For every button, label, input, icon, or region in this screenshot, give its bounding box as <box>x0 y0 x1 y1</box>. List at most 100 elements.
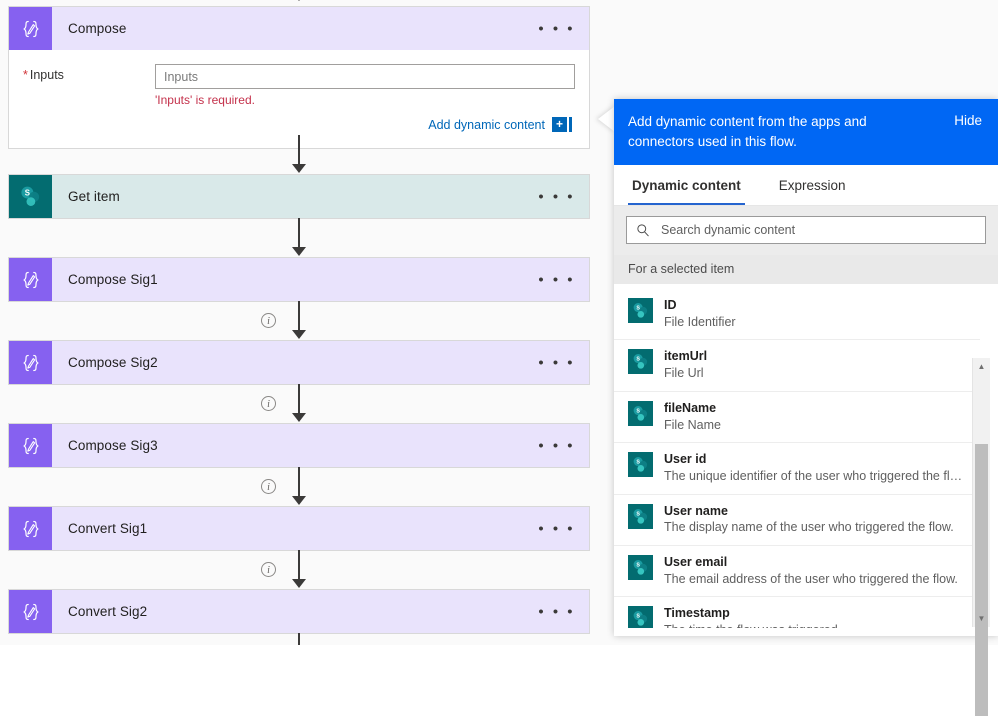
list-item-name: itemUrl <box>664 349 708 364</box>
required-asterisk: * <box>23 68 28 82</box>
list-item-text: Timestamp The time the flow was triggere… <box>664 605 968 628</box>
action-card-header[interactable]: S Get item • • • <box>9 175 589 218</box>
action-card-header[interactable]: Compose Sig2 • • • <box>9 341 589 384</box>
search-box[interactable] <box>626 216 986 245</box>
connector-5: i <box>8 467 590 507</box>
sharepoint-icon: S <box>628 606 653 628</box>
compose-card-body: *Inputs 'Inputs' is required. Add dynami… <box>9 50 589 148</box>
list-item-name: User name <box>664 503 728 518</box>
svg-text:S: S <box>636 614 640 620</box>
svg-text:S: S <box>636 306 640 312</box>
list-item-name: fileName <box>664 400 717 415</box>
action-card-get-item[interactable]: S Get item • • • <box>8 174 590 219</box>
action-card-title: Convert Sig1 <box>68 521 148 536</box>
connector-info-icon[interactable]: i <box>261 313 276 328</box>
action-card-header[interactable]: Convert Sig1 • • • <box>9 507 589 550</box>
dynamic-content-group-header: For a selected item <box>614 255 998 285</box>
action-card-convert-sig1[interactable]: Convert Sig1 • • • <box>8 506 590 551</box>
list-item[interactable]: S User email The email address of the us… <box>614 546 980 598</box>
connector-info-icon[interactable]: i <box>261 479 276 494</box>
action-card-menu-button[interactable]: • • • <box>538 355 575 370</box>
add-dynamic-content-plus-icon[interactable]: + <box>552 117 567 132</box>
list-item-text: itemUrl File Url <box>664 348 968 382</box>
compose-braces-pencil-icon <box>9 7 52 50</box>
tab-expression[interactable]: Expression <box>775 165 850 205</box>
list-item-name: ID <box>664 298 677 312</box>
tab-dynamic-content[interactable]: Dynamic content <box>628 165 745 206</box>
scroll-up-arrow-icon[interactable]: ▲ <box>973 358 990 375</box>
connector-info-icon[interactable]: i <box>261 396 276 411</box>
inputs-field-label: * Inputs <box>23 64 155 82</box>
action-card-menu-button[interactable]: • • • <box>538 521 575 536</box>
list-item-description: File Identifier <box>664 314 736 329</box>
inputs-field-row: * Inputs <box>23 64 575 89</box>
action-card-header[interactable]: Compose • • • <box>9 7 589 50</box>
action-card-menu-button[interactable]: • • • <box>538 604 575 619</box>
inputs-error-text: 'Inputs' is required. <box>155 93 255 107</box>
sharepoint-icon: S <box>628 349 653 375</box>
dynamic-content-panel: Add dynamic content from the apps and co… <box>614 99 998 716</box>
svg-text:S: S <box>636 511 640 517</box>
panel-header-text: Add dynamic content from the apps and co… <box>628 114 867 149</box>
action-card-convert-sig2[interactable]: Convert Sig2 • • • <box>8 589 590 634</box>
list-item-text: User id The unique identifier of the use… <box>664 451 968 485</box>
inputs-label-text: Inputs <box>29 68 64 82</box>
connector-2 <box>8 218 590 258</box>
list-item[interactable]: S Timestamp The time the flow was trigge… <box>614 597 980 628</box>
search-area <box>614 206 998 256</box>
connector-info-icon[interactable]: i <box>261 562 276 577</box>
list-item-text: User email The email address of the user… <box>664 554 968 588</box>
sharepoint-icon: S <box>628 400 653 426</box>
svg-text:S: S <box>636 460 640 466</box>
search-input[interactable] <box>659 222 976 239</box>
action-card-title: Compose Sig1 <box>68 272 158 287</box>
list-item-description: The unique identifier of the user who tr… <box>664 469 968 483</box>
action-card-title: Get item <box>68 189 120 204</box>
compose-braces-pencil-icon <box>9 258 52 301</box>
list-item-description: The email address of the user who trigge… <box>664 571 958 586</box>
sharepoint-icon: S <box>628 298 653 323</box>
hide-panel-button[interactable]: Hide <box>954 112 982 128</box>
action-card-compose-sig2[interactable]: Compose Sig2 • • • <box>8 340 590 385</box>
search-icon <box>636 223 650 237</box>
compose-braces-pencil-icon <box>9 341 52 384</box>
action-card-header[interactable]: Convert Sig2 • • • <box>9 590 589 633</box>
svg-text:S: S <box>636 562 640 568</box>
action-card-menu-button[interactable]: • • • <box>538 272 575 287</box>
list-item-text: fileName File Name <box>664 400 968 434</box>
panel-tabs: Dynamic content Expression <box>614 165 998 207</box>
svg-text:S: S <box>636 357 640 363</box>
inputs-input[interactable] <box>155 64 575 89</box>
svg-text:S: S <box>25 189 30 198</box>
list-item[interactable]: S fileName File Name <box>614 392 980 444</box>
action-card-header[interactable]: Compose Sig1 • • • <box>9 258 589 301</box>
list-item-description: File Url <box>664 366 704 381</box>
list-item-name: Timestamp <box>664 606 730 621</box>
add-dynamic-content-link[interactable]: Add dynamic content <box>428 118 545 132</box>
dynamic-content-scrollbar[interactable]: ▲ ▼ <box>972 358 990 716</box>
action-card-menu-button[interactable]: • • • <box>538 21 575 36</box>
list-item-description: The display name of the user who trigger… <box>664 520 954 535</box>
list-item-text: ID File Identifier <box>664 297 968 331</box>
sharepoint-icon: S <box>9 175 52 218</box>
add-dynamic-content-row: Add dynamic content + <box>23 117 575 132</box>
action-card-menu-button[interactable]: • • • <box>538 438 575 453</box>
connector-3: i <box>8 301 590 341</box>
action-card-title: Compose <box>68 21 127 36</box>
list-item[interactable]: S User name The display name of the user… <box>614 495 980 546</box>
action-card-header[interactable]: Compose Sig3 • • • <box>9 424 589 467</box>
list-item[interactable]: S itemUrl File Url <box>614 340 980 392</box>
action-card-compose-sig3[interactable]: Compose Sig3 • • • <box>8 423 590 468</box>
list-item[interactable]: S ID File Identifier <box>614 289 980 341</box>
action-card-compose-sig1[interactable]: Compose Sig1 • • • <box>8 257 590 302</box>
action-card-menu-button[interactable]: • • • <box>538 189 575 204</box>
sharepoint-icon: S <box>628 452 653 478</box>
list-item[interactable]: S User id The unique identifier of the u… <box>614 443 980 495</box>
action-card-title: Convert Sig2 <box>68 604 148 619</box>
dynamic-content-list: S ID File Identifier S itemUrl File Url <box>614 289 980 628</box>
panel-header: Add dynamic content from the apps and co… <box>614 99 998 166</box>
compose-braces-pencil-icon <box>9 424 52 467</box>
action-card-compose[interactable]: Compose • • • *Inputs 'Inputs' is requir… <box>8 6 590 149</box>
scrollbar-thumb[interactable] <box>975 444 988 716</box>
scroll-down-arrow-icon[interactable]: ▼ <box>973 610 990 627</box>
